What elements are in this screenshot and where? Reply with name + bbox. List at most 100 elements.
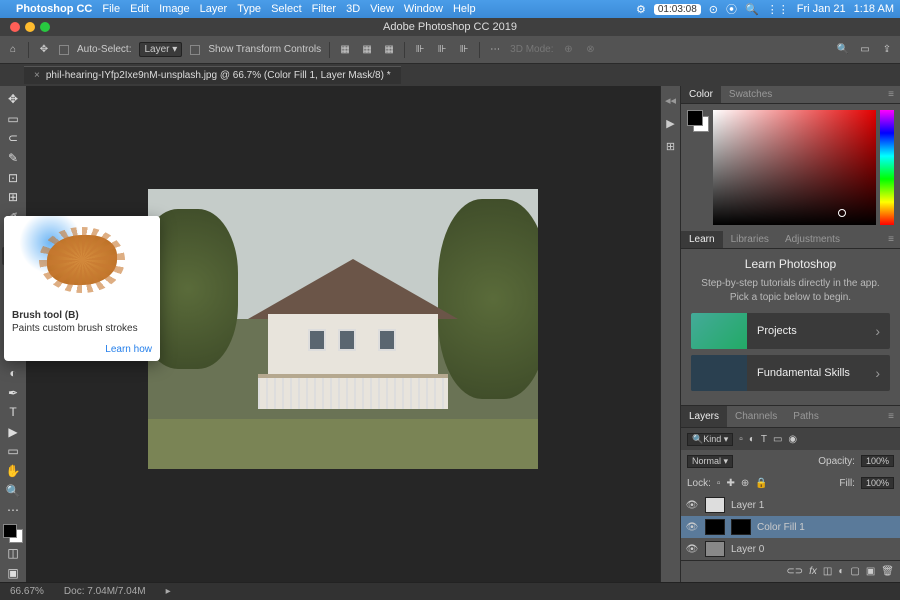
filter-icon[interactable]: ▭ [773,434,782,445]
marquee-tool[interactable]: ▭ [2,110,24,129]
group-icon[interactable]: ▢ [850,566,859,577]
menu-window[interactable]: Window [404,3,443,15]
color-field[interactable] [713,110,876,224]
tab-layers[interactable]: Layers [681,406,727,427]
panel-menu-icon[interactable]: ≡ [882,411,900,422]
mask-icon[interactable]: ◫ [823,566,832,577]
tab-adjustments[interactable]: Adjustments [777,234,848,245]
menu-3d[interactable]: 3D [346,3,360,15]
trash-icon[interactable]: 🗑 [881,566,894,577]
auto-select-checkbox[interactable] [59,45,69,55]
distribute-icon[interactable]: ⊪ [457,43,471,57]
document-tab[interactable]: × phil-hearing-IYfp2Ixe9nM-unsplash.jpg … [24,66,401,84]
menu-view[interactable]: View [370,3,394,15]
show-transform-checkbox[interactable] [190,45,200,55]
menu-layer[interactable]: Layer [200,3,228,15]
color-swatches[interactable] [3,524,23,543]
minimize-window-button[interactable] [25,22,35,32]
type-tool[interactable]: T [2,403,24,422]
doc-size[interactable]: Doc: 7.04M/7.04M [64,586,146,597]
shape-tool[interactable]: ▭ [2,442,24,461]
quick-select-tool[interactable]: ✎ [2,149,24,168]
link-layers-icon[interactable]: ⊂⊃ [786,566,803,577]
document-image[interactable] [148,189,538,469]
status-chevron-icon[interactable]: ▸ [166,586,171,597]
dodge-tool[interactable]: ◐ [2,364,24,383]
more-icon[interactable]: ⋯ [488,43,502,57]
share-icon[interactable]: ⇪ [880,43,894,57]
learn-card-fundamentals[interactable]: Fundamental Skills › [691,355,890,391]
layer-row[interactable]: 👁 Layer 0 [681,538,900,560]
blend-mode-dropdown[interactable]: Normal ▾ [687,455,733,468]
pen-tool[interactable]: ✒ [2,383,24,402]
color-swatch-pair[interactable] [687,110,709,132]
tab-libraries[interactable]: Libraries [723,234,777,245]
layer-thumb[interactable] [705,497,725,513]
tooltip-learn-link[interactable]: Learn how [4,340,160,361]
menu-edit[interactable]: Edit [130,3,149,15]
layer-row[interactable]: 👁 Color Fill 1 [681,516,900,538]
quick-mask-tool[interactable]: ◫ [2,544,24,563]
search-icon[interactable]: 🔍 [745,3,759,16]
expand-icon[interactable]: ◂◂ [665,94,676,107]
lock-icon[interactable]: ⊕ [741,478,749,489]
visibility-icon[interactable]: 👁 [685,544,699,555]
visibility-icon[interactable]: 👁 [685,522,699,533]
lock-icon[interactable]: ✚ [726,478,734,489]
menu-image[interactable]: Image [159,3,190,15]
edit-toolbar[interactable]: ⋯ [2,501,24,520]
menu-help[interactable]: Help [453,3,476,15]
menubar-time[interactable]: 1:18 AM [854,3,894,15]
menubar-date[interactable]: Fri Jan 21 [797,3,846,15]
menu-file[interactable]: File [102,3,120,15]
workspace-icon[interactable]: ▭ [858,43,872,57]
timer-badge[interactable]: 01:03:08 [654,4,701,15]
panel-icon[interactable]: ⊞ [666,140,675,153]
layer-thumb[interactable] [705,519,725,535]
home-icon[interactable]: ⌂ [6,43,20,57]
menu-type[interactable]: Type [237,3,261,15]
tab-paths[interactable]: Paths [785,411,827,422]
adjustment-icon[interactable]: ◐ [838,566,844,577]
fx-icon[interactable]: fx [809,566,817,577]
filter-kind-dropdown[interactable]: 🔍Kind ▾ [687,433,733,446]
layer-row[interactable]: 👁 Layer 1 [681,494,900,516]
path-select-tool[interactable]: ▶ [2,423,24,442]
crop-tool[interactable]: ⊡ [2,168,24,187]
new-layer-icon[interactable]: ▣ [866,566,875,577]
move-tool-icon[interactable]: ✥ [37,43,51,57]
tab-color[interactable]: Color [681,86,721,103]
align-icon[interactable]: ▦ [338,43,352,57]
layer-name[interactable]: Layer 1 [731,500,764,511]
menu-filter[interactable]: Filter [312,3,336,15]
layer-name[interactable]: Color Fill 1 [757,522,805,533]
filter-icon[interactable]: ◉ [788,434,797,445]
hue-slider[interactable] [880,110,894,224]
frame-tool[interactable]: ⊞ [2,188,24,207]
wifi-icon[interactable]: ⋮⋮ [767,3,789,16]
tab-swatches[interactable]: Swatches [721,89,780,100]
maximize-window-button[interactable] [40,22,50,32]
zoom-level[interactable]: 66.67% [10,586,44,597]
distribute-icon[interactable]: ⊪ [435,43,449,57]
close-window-button[interactable] [10,22,20,32]
status-icon[interactable]: ⊙ [709,3,718,16]
learn-card-projects[interactable]: Projects › [691,313,890,349]
menu-select[interactable]: Select [271,3,302,15]
lock-icon[interactable]: 🔒 [755,478,767,489]
layer-name[interactable]: Layer 0 [731,544,764,555]
auto-select-dropdown[interactable]: Layer ▾ [139,42,182,57]
filter-icon[interactable]: T [761,434,767,445]
panel-menu-icon[interactable]: ≡ [882,89,900,100]
opacity-input[interactable]: 100% [861,455,894,467]
status-icon[interactable]: ⦿ [726,1,737,17]
layer-thumb[interactable] [705,541,725,557]
close-tab-icon[interactable]: × [34,70,40,81]
fill-input[interactable]: 100% [861,477,894,489]
filter-icon[interactable]: ◐ [749,434,755,445]
screen-mode-tool[interactable]: ▣ [2,564,24,583]
align-icon[interactable]: ▦ [382,43,396,57]
move-tool[interactable]: ✥ [2,90,24,109]
layer-mask-thumb[interactable] [731,519,751,535]
zoom-tool[interactable]: 🔍 [2,481,24,500]
